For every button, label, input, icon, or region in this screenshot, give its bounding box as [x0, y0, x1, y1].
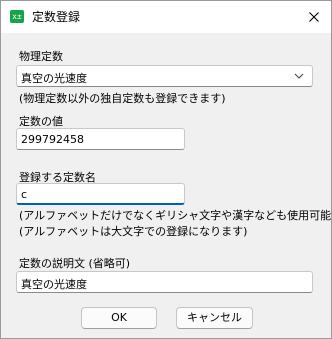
physical-constant-note: (物理定数以外の独自定数も登録できます): [19, 92, 226, 105]
constant-registration-dialog: x± 定数登録 物理定数 真空の光速度 (物理定数以外の独自定数も登録できます)…: [0, 0, 332, 339]
constant-value-label: 定数の値: [19, 115, 63, 128]
physical-constant-selected: 真空の光速度: [21, 72, 87, 85]
physical-constant-label: 物理定数: [19, 50, 63, 63]
constant-name-text: c: [21, 188, 28, 201]
constant-name-input[interactable]: c: [16, 183, 185, 205]
app-icon: x±: [10, 10, 24, 23]
cancel-button[interactable]: キャンセル: [176, 307, 253, 329]
constant-name-note-2: (アルファベットは大文字での登録になります): [19, 225, 248, 238]
physical-constant-select[interactable]: 真空の光速度: [16, 65, 313, 87]
constant-description-text: 真空の光速度: [21, 278, 87, 291]
chevron-down-icon: [294, 73, 304, 79]
constant-value-text: 299792458: [21, 133, 84, 146]
constant-name-note-1: (アルファベットだけでなくギリシャ文字や漢字なども使用可能): [19, 209, 332, 222]
title-bar: x± 定数登録: [1, 1, 331, 33]
constant-value-input[interactable]: 299792458: [16, 128, 185, 150]
constant-description-label: 定数の説明文 (省略可): [19, 257, 131, 270]
window-title: 定数登録: [32, 10, 81, 24]
close-icon: [309, 12, 319, 22]
close-button[interactable]: [297, 1, 331, 33]
ok-button[interactable]: OK: [81, 307, 157, 329]
constant-description-input[interactable]: 真空の光速度: [16, 271, 313, 293]
